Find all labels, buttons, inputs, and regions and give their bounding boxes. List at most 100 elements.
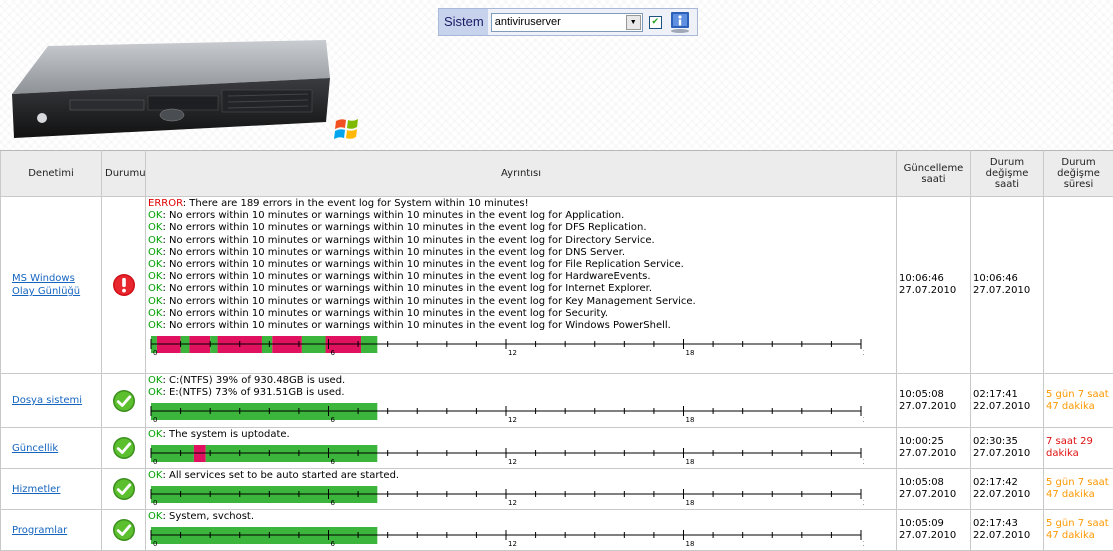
changed-time-cell: 02:17:4122.07.2010 bbox=[971, 374, 1044, 428]
detail-text: : No errors within 10 minutes or warning… bbox=[162, 247, 625, 258]
duration-cell: 5 gün 7 saat47 dakika bbox=[1044, 374, 1113, 428]
header-status: Durumu bbox=[102, 151, 146, 197]
ok-label: OK bbox=[148, 210, 162, 221]
audit-link[interactable]: Dosya sistemi bbox=[12, 395, 82, 406]
timeline-tick-label: 6 bbox=[331, 349, 336, 356]
ok-label: OK bbox=[148, 247, 162, 258]
header-duration-line-2: değişme bbox=[1057, 168, 1100, 179]
timeline-tick-label: 6 bbox=[331, 416, 336, 423]
detail-line: OK: C:(NTFS) 39% of 930.48GB is used. bbox=[148, 375, 894, 387]
detail-text: : No errors within 10 minutes or warning… bbox=[162, 283, 652, 294]
system-dropdown[interactable]: antiviruserver ▼ bbox=[491, 13, 643, 32]
header-changed: Durumdeğişme saati bbox=[971, 151, 1044, 197]
ok-label: OK bbox=[148, 429, 162, 440]
detail-cell: ERROR: There are 189 errors in the event… bbox=[146, 197, 897, 374]
timeline-tick-label: 0 bbox=[153, 499, 157, 506]
duration-cell: 7 saat 29dakika bbox=[1044, 428, 1113, 469]
changed-time-cell-line: 02:17:43 bbox=[973, 518, 1018, 529]
header-changed-line-2: değişme saati bbox=[986, 168, 1029, 190]
header-updated-line-1: Güncelleme bbox=[904, 163, 964, 174]
detail-text: : System, svchost. bbox=[162, 511, 254, 522]
table-row: GüncellikOK: The system is uptodate.0612… bbox=[1, 428, 1113, 469]
changed-time-cell: 10:06:4627.07.2010 bbox=[971, 197, 1044, 374]
timeline-tick-label: 0 bbox=[153, 416, 157, 423]
detail-line: OK: All services set to be auto started … bbox=[148, 470, 894, 482]
system-checkbox[interactable]: ✔ bbox=[649, 16, 662, 29]
updated-time-cell: 10:00:2527.07.2010 bbox=[897, 428, 971, 469]
changed-time-cell-line: 02:17:41 bbox=[973, 389, 1018, 400]
ok-label: OK bbox=[148, 222, 162, 233]
header-updated: Güncellemesaati bbox=[897, 151, 971, 197]
detail-line: OK: The system is uptodate. bbox=[148, 429, 894, 441]
timeline-tick-label: 18 bbox=[686, 416, 695, 423]
duration-cell-line: 47 dakika bbox=[1046, 401, 1095, 412]
timeline-tick-label: 0 bbox=[153, 349, 157, 356]
ok-label: OK bbox=[148, 320, 162, 331]
detail-text: : No errors within 10 minutes or warning… bbox=[162, 210, 624, 221]
system-selector: Sistem antiviruserver ▼ ✔ bbox=[438, 8, 698, 36]
updated-time-cell: 10:05:0927.07.2010 bbox=[897, 510, 971, 551]
detail-cell: OK: All services set to be auto started … bbox=[146, 469, 897, 510]
ok-label: OK bbox=[148, 308, 162, 319]
detail-text: : C:(NTFS) 39% of 930.48GB is used. bbox=[162, 375, 345, 386]
timeline-tick-label: 12 bbox=[508, 349, 517, 356]
changed-time-cell-line: 22.07.2010 bbox=[973, 401, 1030, 412]
detail-line: OK: No errors within 10 minutes or warni… bbox=[148, 210, 894, 222]
table-header-row: Denetimi Durumu Ayrıntısı Güncellemesaat… bbox=[1, 151, 1113, 197]
timeline-tick-label: 18 bbox=[686, 458, 695, 465]
chevron-down-icon[interactable]: ▼ bbox=[626, 15, 641, 30]
table-row: Hizmetler OK: All services set to be auto… bbox=[1, 469, 1113, 510]
duration-cell-line: 47 dakika bbox=[1046, 489, 1095, 500]
duration-cell-line: dakika bbox=[1046, 448, 1079, 459]
header-detail: Ayrıntısı bbox=[146, 151, 897, 197]
audit-name-cell: Hizmetler bbox=[1, 469, 102, 510]
timeline-tick-label: 24 bbox=[863, 416, 864, 423]
header-changed-line-1: Durum bbox=[990, 157, 1024, 168]
windows-logo-icon bbox=[333, 115, 361, 143]
duration-cell-line: 5 gün 7 saat bbox=[1046, 389, 1109, 400]
duration-cell-line: 7 saat 29 bbox=[1046, 436, 1093, 447]
audit-name-cell: Programlar bbox=[1, 510, 102, 551]
audit-link[interactable]: Hizmetler bbox=[12, 484, 60, 495]
detail-line: OK: E:(NTFS) 73% of 931.51GB is used. bbox=[148, 387, 894, 399]
changed-time-cell-line: 27.07.2010 bbox=[973, 448, 1030, 459]
detail-line: OK: No errors within 10 minutes or warni… bbox=[148, 259, 894, 271]
updated-time-cell: 10:05:0827.07.2010 bbox=[897, 469, 971, 510]
audit-link[interactable]: Güncellik bbox=[12, 443, 58, 454]
detail-cell: OK: System, svchost.06121824 bbox=[146, 510, 897, 551]
timeline-tick-label: 24 bbox=[863, 540, 864, 547]
header-updated-line-2: saati bbox=[921, 174, 945, 185]
updated-time-cell-line: 27.07.2010 bbox=[899, 448, 956, 459]
detail-text: : No errors within 10 minutes or warning… bbox=[162, 259, 683, 270]
audit-name-cell: Dosya sistemi bbox=[1, 374, 102, 428]
changed-time-cell-line: 27.07.2010 bbox=[973, 285, 1030, 296]
error-icon bbox=[112, 273, 136, 297]
detail-line: OK: No errors within 10 minutes or warni… bbox=[148, 271, 894, 283]
detail-text: : E:(NTFS) 73% of 931.51GB is used. bbox=[162, 387, 344, 398]
timeline-tick-label: 18 bbox=[686, 499, 695, 506]
audit-link-text: Dosya sistemi bbox=[12, 395, 82, 406]
detail-line: ERROR: There are 189 errors in the event… bbox=[148, 198, 894, 210]
ok-label: OK bbox=[148, 259, 162, 270]
audit-link[interactable]: MS WindowsOlay Günlüğü bbox=[12, 273, 80, 297]
audit-table: Denetimi Durumu Ayrıntısı Güncellemesaat… bbox=[0, 150, 1113, 551]
changed-time-cell: 02:17:4222.07.2010 bbox=[971, 469, 1044, 510]
status-timeline: 06121824 bbox=[148, 443, 864, 465]
audit-link-text: Olay Günlüğü bbox=[12, 286, 80, 297]
check-icon bbox=[112, 436, 136, 460]
info-icon[interactable] bbox=[668, 10, 692, 34]
audit-link[interactable]: Programlar bbox=[12, 525, 67, 536]
timeline-tick-label: 24 bbox=[863, 458, 864, 465]
detail-line: OK: No errors within 10 minutes or warni… bbox=[148, 308, 894, 320]
timeline-tick-label: 0 bbox=[153, 540, 157, 547]
updated-time-cell-line: 10:05:09 bbox=[899, 518, 944, 529]
duration-cell: 5 gün 7 saat47 dakika bbox=[1044, 469, 1113, 510]
changed-time-cell: 02:30:3527.07.2010 bbox=[971, 428, 1044, 469]
audit-link-text: Güncellik bbox=[12, 443, 58, 454]
audit-name-cell: Güncellik bbox=[1, 428, 102, 469]
table-row: MS WindowsOlay Günlüğü ERROR: There are 1… bbox=[1, 197, 1113, 374]
audit-name-cell: MS WindowsOlay Günlüğü bbox=[1, 197, 102, 374]
detail-cell: OK: The system is uptodate.06121824 bbox=[146, 428, 897, 469]
detail-line: OK: System, svchost. bbox=[148, 511, 894, 523]
header-duration-line-3: süresi bbox=[1064, 179, 1094, 190]
